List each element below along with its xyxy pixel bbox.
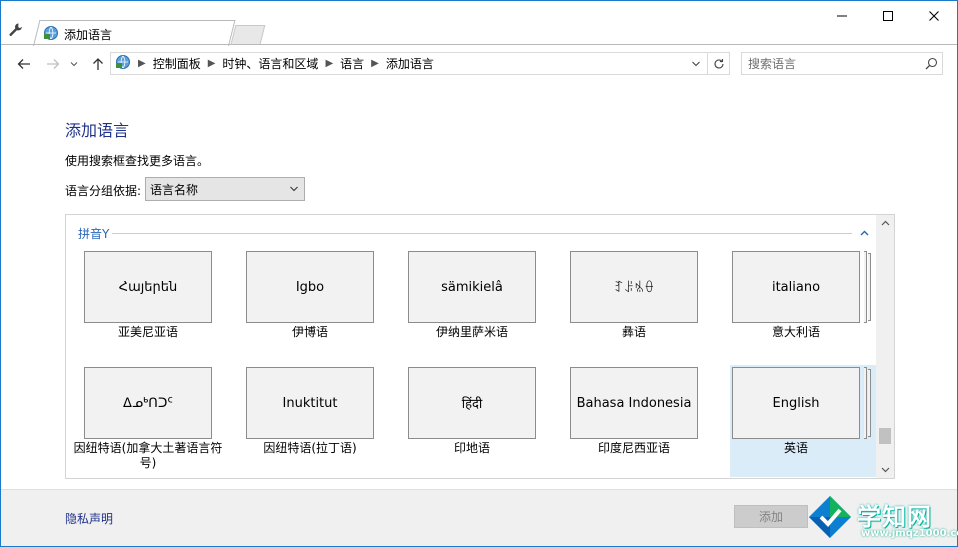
forward-button[interactable] <box>42 53 64 75</box>
chevron-down-icon <box>881 467 889 473</box>
forward-arrow-icon <box>47 59 60 69</box>
watermark-text: 学知网 <box>857 503 932 531</box>
language-name: 英语 <box>783 441 808 455</box>
tile-stack-edge <box>864 251 867 323</box>
tile-stack-edge <box>868 253 871 321</box>
vertical-scrollbar[interactable] <box>876 215 894 478</box>
search-box[interactable] <box>741 52 943 75</box>
language-tile[interactable]: ꆈꌠꁱꂷ 彝语 <box>568 249 730 361</box>
language-native-name: Igbo <box>246 251 374 323</box>
breadcrumb-add-language[interactable]: 添加语言 <box>386 55 434 72</box>
chevron-up-icon <box>860 230 868 235</box>
recent-locations-button[interactable] <box>67 53 81 75</box>
language-name: 因纽特语(拉丁语) <box>263 441 357 455</box>
language-native-name: Bahasa Indonesia <box>570 367 698 439</box>
scroll-up-button[interactable] <box>876 215 894 232</box>
group-by-value: 语言名称 <box>150 182 199 197</box>
language-native-name: English <box>732 367 860 439</box>
language-tile[interactable]: Bahasa Indonesia 印度尼西亚语 <box>568 365 730 477</box>
breadcrumb-language[interactable]: 语言 <box>340 55 364 72</box>
privacy-link[interactable]: 隐私声明 <box>65 510 113 527</box>
scrollbar-thumb[interactable] <box>879 428 891 444</box>
address-bar[interactable]: ▶ 控制面板 ▶ 时钟、语言和区域 ▶ 语言 ▶ 添加语言 <box>110 52 730 75</box>
language-native-name: Հայերեն <box>84 251 212 323</box>
page-title: 添加语言 <box>65 121 130 140</box>
breadcrumb-separator[interactable]: ▶ <box>371 58 379 69</box>
language-tile[interactable]: Inuktitut 因纽特语(拉丁语) <box>244 365 406 477</box>
language-tile[interactable]: English 英语 <box>730 365 892 477</box>
language-name: 意大利语 <box>771 325 820 339</box>
tile-stack-edge <box>868 369 871 437</box>
new-tab-button[interactable] <box>230 25 266 44</box>
search-input[interactable] <box>748 56 920 71</box>
group-by-select[interactable]: 语言名称 <box>145 177 305 201</box>
language-tile[interactable]: Հայերեն 亚美尼亚语 <box>82 249 244 361</box>
language-name: 印度尼西亚语 <box>597 441 670 455</box>
breadcrumb-separator[interactable]: ▶ <box>325 58 333 69</box>
navigation-bar: ▶ 控制面板 ▶ 时钟、语言和区域 ▶ 语言 ▶ 添加语言 <box>1 45 957 83</box>
language-native-name: ꆈꌠꁱꂷ <box>570 251 698 323</box>
language-name: 亚美尼亚语 <box>117 325 178 339</box>
collapse-group-button[interactable] <box>856 225 872 241</box>
window: 添加 语言 ▶ 控制面板 ▶ 时钟、语言和区域 ▶ 语言 ▶ 添加语言 搜索语言 … <box>0 0 958 547</box>
watermark-logo <box>809 496 851 538</box>
maximize-button[interactable] <box>865 1 911 31</box>
watermark-url: www.jmqz1000.com <box>861 528 958 539</box>
chevron-down-icon <box>284 184 304 194</box>
language-name: 伊博语 <box>291 325 328 339</box>
language-tile[interactable]: हिंदी 印地语 <box>406 365 568 477</box>
watermark: 学知网 www.jmqz1000.com <box>805 492 958 546</box>
language-native-name: sämikielâ <box>408 251 536 323</box>
scroll-down-button[interactable] <box>876 461 894 478</box>
group-divider <box>112 233 852 234</box>
refresh-icon <box>713 58 724 68</box>
breadcrumb: ▶ 控制面板 ▶ 时钟、语言和区域 ▶ 语言 ▶ 添加语言 <box>111 53 685 74</box>
language-list[interactable]: 拼音Y Հայերեն 亚美尼亚语 Igbo 伊博语 sämikielâ 伊纳里萨米语 ꆈꌠ… <box>65 214 895 479</box>
language-tile[interactable]: italiano 意大利语 <box>730 249 892 361</box>
language-name: 印地语 <box>453 441 490 455</box>
control-panel-icon <box>43 25 59 44</box>
breadcrumb-separator[interactable]: ▶ <box>208 58 216 69</box>
language-name: 伊纳里萨米语 <box>435 325 508 339</box>
breadcrumb-clock-language-region[interactable]: 时钟、语言和区域 <box>222 55 318 72</box>
minimize-button[interactable] <box>819 1 865 31</box>
group-by-label: 语言分组依据: <box>65 184 142 198</box>
language-native-name: italiano <box>732 251 860 323</box>
control-panel-icon <box>115 54 131 73</box>
back-arrow-icon <box>17 59 30 69</box>
title-bar: 添加语言 <box>1 1 957 46</box>
up-button[interactable] <box>87 53 109 75</box>
language-tile[interactable]: sämikielâ 伊纳里萨米语 <box>406 249 568 361</box>
tile-stack-edge <box>864 367 867 439</box>
up-arrow-icon <box>93 58 103 70</box>
close-button[interactable] <box>911 1 957 31</box>
search-hint: 使用搜索框查找更多语言。 <box>65 154 210 168</box>
chevron-down-icon <box>692 61 700 66</box>
add-button[interactable]: 添加 <box>734 505 808 528</box>
breadcrumb-separator[interactable]: ▶ <box>138 58 146 69</box>
chevron-down-icon <box>70 62 78 67</box>
search-icon[interactable] <box>920 57 942 70</box>
group-header[interactable]: 拼音Y <box>78 225 109 242</box>
address-history-button[interactable] <box>685 53 707 74</box>
tab-title: 添加语言 <box>64 27 113 42</box>
language-native-name: ᐃᓄᒃᑎᑐᑦ <box>84 367 212 439</box>
language-tile[interactable]: Igbo 伊博语 <box>244 249 406 361</box>
breadcrumb-control-panel[interactable]: 控制面板 <box>153 55 201 72</box>
chevron-up-icon <box>881 220 889 226</box>
language-native-name: हिंदी <box>408 367 536 439</box>
language-native-name: Inuktitut <box>246 367 374 439</box>
language-tile[interactable]: ᐃᓄᒃᑎᑐᑦ 因纽特语(加拿大土著语言符号) <box>74 365 244 477</box>
tab-add-language[interactable]: 添加语言 <box>43 23 112 45</box>
wrench-icon[interactable] <box>7 21 25 39</box>
language-name: 彝语 <box>621 325 646 339</box>
language-name: 因纽特语(加拿大土著语言符号) <box>73 441 223 470</box>
back-button[interactable] <box>13 53 35 75</box>
refresh-button[interactable] <box>707 53 729 74</box>
